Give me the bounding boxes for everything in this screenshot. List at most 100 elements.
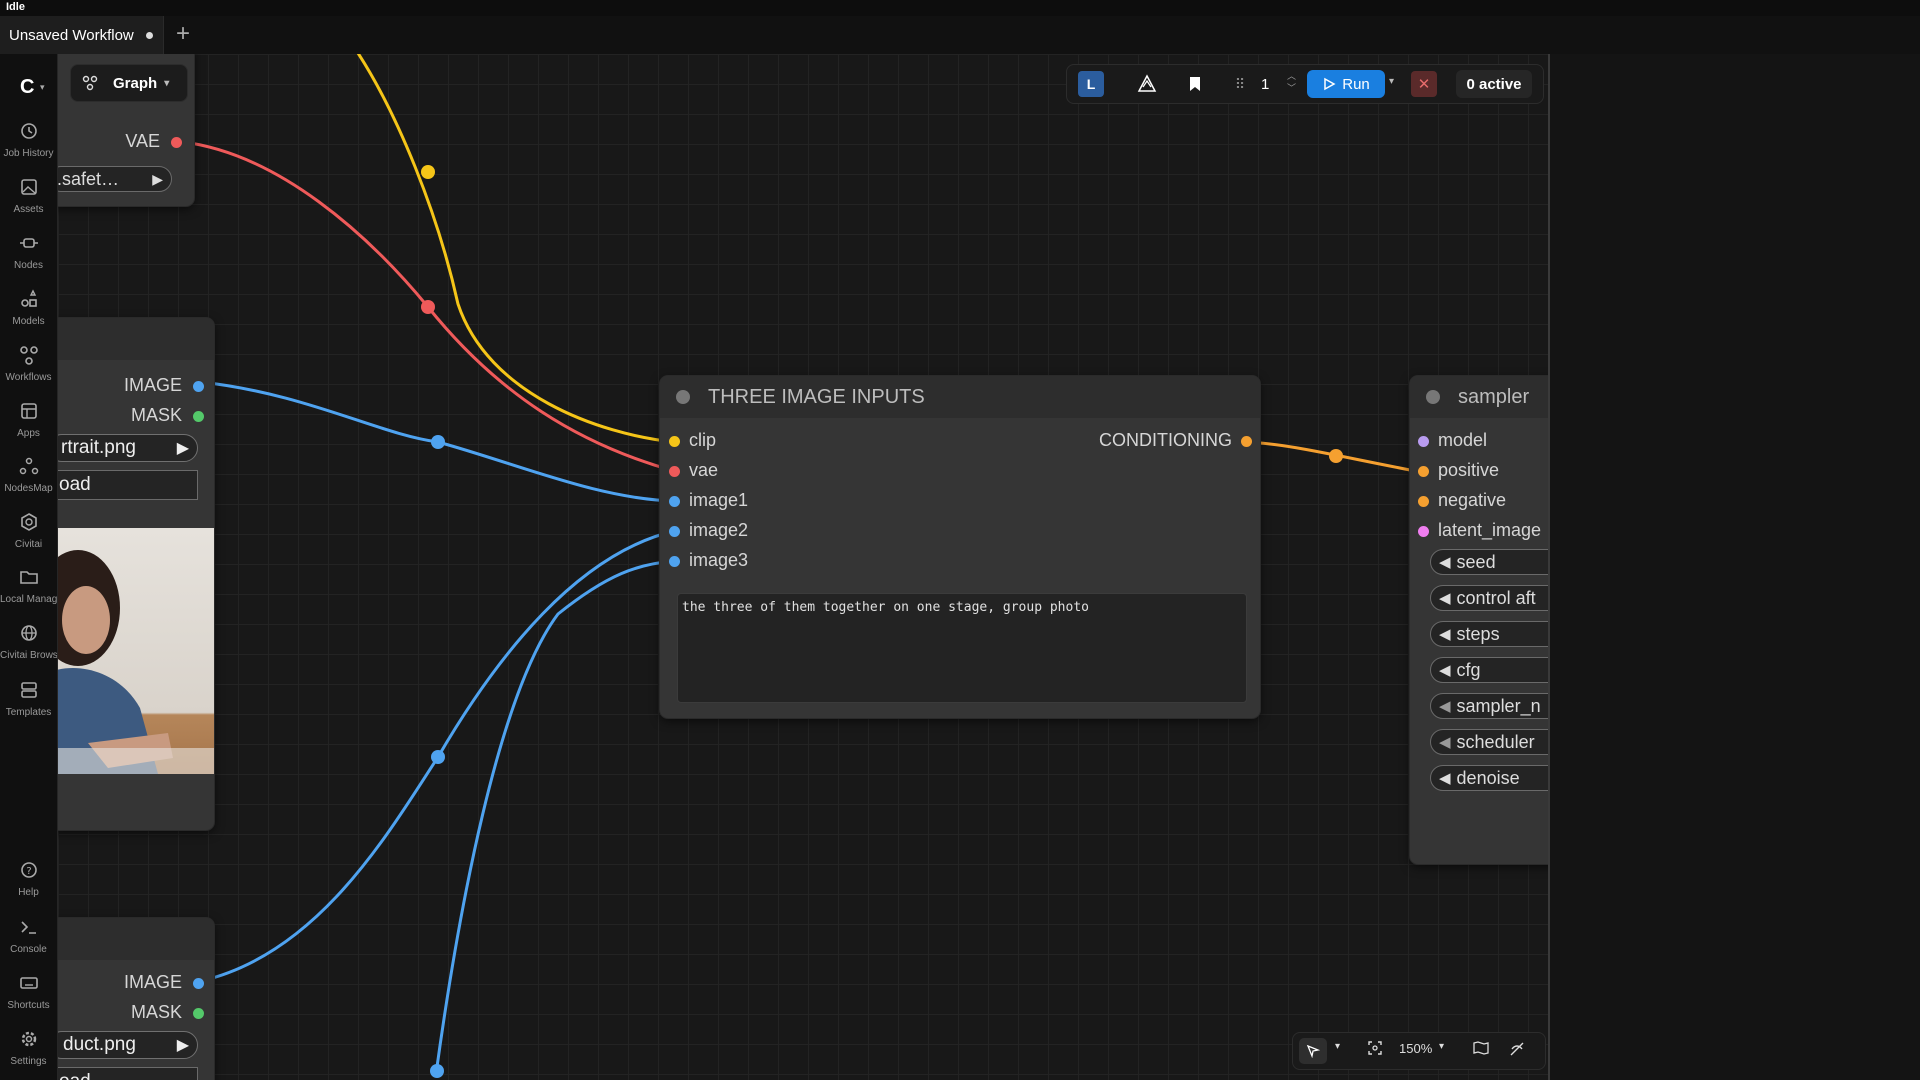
- sidebar-item-label: Nodes: [14, 260, 43, 271]
- sidebar-item-models[interactable]: Models: [0, 288, 57, 327]
- sidebar-item-label: Workflows: [5, 372, 52, 383]
- widget-cfg[interactable]: ◀ cfg: [1430, 657, 1548, 683]
- sampler-node[interactable]: sampler model positive negative latent_i…: [1410, 376, 1548, 864]
- image-preview: [58, 528, 214, 774]
- output-vae-dot[interactable]: [171, 137, 182, 148]
- widget-steps[interactable]: ◀ steps: [1430, 621, 1548, 647]
- link-midpoint-clip: [421, 165, 435, 179]
- input-image3-dot[interactable]: [669, 556, 680, 567]
- batch-count-input[interactable]: 1: [1261, 76, 1269, 93]
- arrow-left-icon: ◀: [1439, 590, 1451, 607]
- link-midpoint-conditioning: [1329, 449, 1343, 463]
- node-title: THREE IMAGE INPUTS: [708, 385, 925, 408]
- sidebar-item-workflows[interactable]: Workflows: [0, 344, 57, 383]
- run-options-chevron-icon[interactable]: ▾: [1389, 76, 1394, 87]
- batch-count-stepper[interactable]: ︿ ﹀: [1287, 70, 1296, 94]
- history-icon: [20, 123, 37, 139]
- sidebar-item-civitai[interactable]: Civitai: [0, 511, 57, 550]
- sidebar-item-local-manager[interactable]: Local Manager: [0, 566, 57, 605]
- graph-menu-button[interactable]: Graph ▾: [70, 64, 188, 102]
- upload-button[interactable]: oad: [58, 470, 198, 500]
- image-icon: [20, 179, 37, 195]
- sidebar-item-civitai-browser[interactable]: Civitai Browser: [0, 622, 57, 661]
- input-model-dot[interactable]: [1418, 436, 1429, 447]
- fit-view-icon[interactable]: [1367, 1040, 1383, 1059]
- input-vae-dot[interactable]: [669, 466, 680, 477]
- sidebar-item-templates[interactable]: Templates: [0, 679, 57, 718]
- sidebar-item-nodes[interactable]: Nodes: [0, 232, 57, 271]
- chevron-down-icon[interactable]: ﹀: [1287, 82, 1296, 94]
- tab-title: Unsaved Workflow: [9, 26, 134, 44]
- arrow-right-icon: ▶: [152, 170, 163, 187]
- widget-denoise[interactable]: ◀ denoise: [1430, 765, 1548, 791]
- node-title-bar[interactable]: sampler: [1410, 376, 1548, 418]
- load-image-2-title-bar[interactable]: [58, 918, 214, 960]
- app-logo-icon[interactable]: C: [20, 76, 34, 99]
- collapse-dot-icon[interactable]: [676, 390, 690, 404]
- upload-button[interactable]: oad: [58, 1067, 198, 1080]
- select-tool-button[interactable]: [1299, 1038, 1327, 1064]
- input-negative-dot[interactable]: [1418, 496, 1429, 507]
- widget-sampler-name[interactable]: ◀ sampler_n: [1430, 693, 1548, 719]
- new-tab-button[interactable]: +: [176, 22, 190, 46]
- input-latent-dot[interactable]: [1418, 526, 1429, 537]
- tab-unsaved-workflow[interactable]: Unsaved Workflow: [0, 16, 164, 54]
- hide-links-icon[interactable]: [1509, 1041, 1525, 1060]
- load-image-node-2[interactable]: IMAGE MASK duct.png ▶ oad: [58, 918, 214, 1080]
- bookmark-icon[interactable]: [1184, 73, 1206, 95]
- run-toolbar: L ⠿ 1 ︿ ﹀ Run ▾ ✕ 0 active: [1066, 64, 1544, 104]
- input-image1-dot[interactable]: [669, 496, 680, 507]
- output-conditioning-dot[interactable]: [1241, 436, 1252, 447]
- sidebar-item-label: Shortcuts: [7, 1000, 50, 1011]
- chevron-up-icon[interactable]: ︿: [1287, 70, 1296, 82]
- widget-scheduler[interactable]: ◀ scheduler: [1430, 729, 1548, 755]
- sidebar-item-label: Templates: [5, 707, 52, 718]
- sidebar-item-help[interactable]: ? Help: [0, 859, 57, 898]
- sidebar-item-nodesmap[interactable]: NodesMap: [0, 455, 57, 494]
- sidebar-item-shortcuts[interactable]: Shortcuts: [0, 972, 57, 1011]
- output-mask-dot[interactable]: [193, 1008, 204, 1019]
- graph-canvas[interactable]: VAE .safet… ▶ IMAGE MASK rtrait.png ▶ oa…: [58, 54, 1548, 1080]
- output-mask-dot[interactable]: [193, 411, 204, 422]
- chevron-down-icon[interactable]: ▾: [1335, 1041, 1340, 1052]
- arrow-left-icon: ◀: [1439, 626, 1451, 643]
- arrow-right-icon: ▶: [176, 440, 189, 457]
- input-image2-dot[interactable]: [669, 526, 680, 537]
- widget-steps-label: steps: [1456, 623, 1500, 644]
- sidebar-item-console[interactable]: Console: [0, 916, 57, 955]
- image-file-select[interactable]: duct.png ▶: [58, 1031, 198, 1059]
- sidebar-item-assets[interactable]: Assets: [0, 176, 57, 215]
- image-file-select[interactable]: rtrait.png ▶: [58, 434, 198, 462]
- active-queue-button[interactable]: 0 active: [1456, 70, 1532, 98]
- three-image-inputs-node[interactable]: THREE IMAGE INPUTS clip vae image1 image…: [660, 376, 1260, 718]
- load-image-1-title-bar[interactable]: [58, 318, 214, 360]
- widget-seed[interactable]: ◀ seed: [1430, 549, 1548, 575]
- chevron-down-icon[interactable]: ▾: [1439, 1041, 1444, 1052]
- mask-editor-icon[interactable]: [1136, 73, 1158, 95]
- cancel-button[interactable]: ✕: [1411, 71, 1437, 97]
- sidebar-item-label: Civitai Browser: [0, 650, 57, 661]
- ckpt-name-widget[interactable]: .safet… ▶: [58, 166, 172, 192]
- prompt-textarea[interactable]: the three of them together on one stage,…: [677, 593, 1247, 703]
- output-image-dot[interactable]: [193, 381, 204, 392]
- sidebar-item-apps[interactable]: Apps: [0, 400, 57, 439]
- drag-handle-icon[interactable]: ⠿: [1229, 73, 1251, 95]
- minimap-icon[interactable]: [1473, 1041, 1489, 1058]
- input-clip-dot[interactable]: [669, 436, 680, 447]
- collapse-dot-icon[interactable]: [1426, 390, 1440, 404]
- output-image-dot[interactable]: [193, 978, 204, 989]
- sidebar-item-settings[interactable]: Settings: [0, 1028, 57, 1067]
- chevron-down-icon[interactable]: ▾: [40, 82, 45, 93]
- link-midpoint-image2: [431, 750, 445, 764]
- templates-icon: [20, 682, 37, 698]
- node-title-bar[interactable]: THREE IMAGE INPUTS: [660, 376, 1260, 418]
- run-button[interactable]: Run: [1307, 70, 1385, 98]
- status-text: Idle: [6, 1, 25, 13]
- widget-control-after-generate[interactable]: ◀ control aft: [1430, 585, 1548, 611]
- l-badge-button[interactable]: L: [1078, 71, 1104, 97]
- link-midpoint-image3: [430, 1064, 444, 1078]
- zoom-level[interactable]: 150%: [1399, 1041, 1432, 1056]
- load-image-node-1[interactable]: IMAGE MASK rtrait.png ▶ oad: [58, 318, 214, 830]
- sidebar-item-job-history[interactable]: Job History: [0, 120, 57, 159]
- input-positive-dot[interactable]: [1418, 466, 1429, 477]
